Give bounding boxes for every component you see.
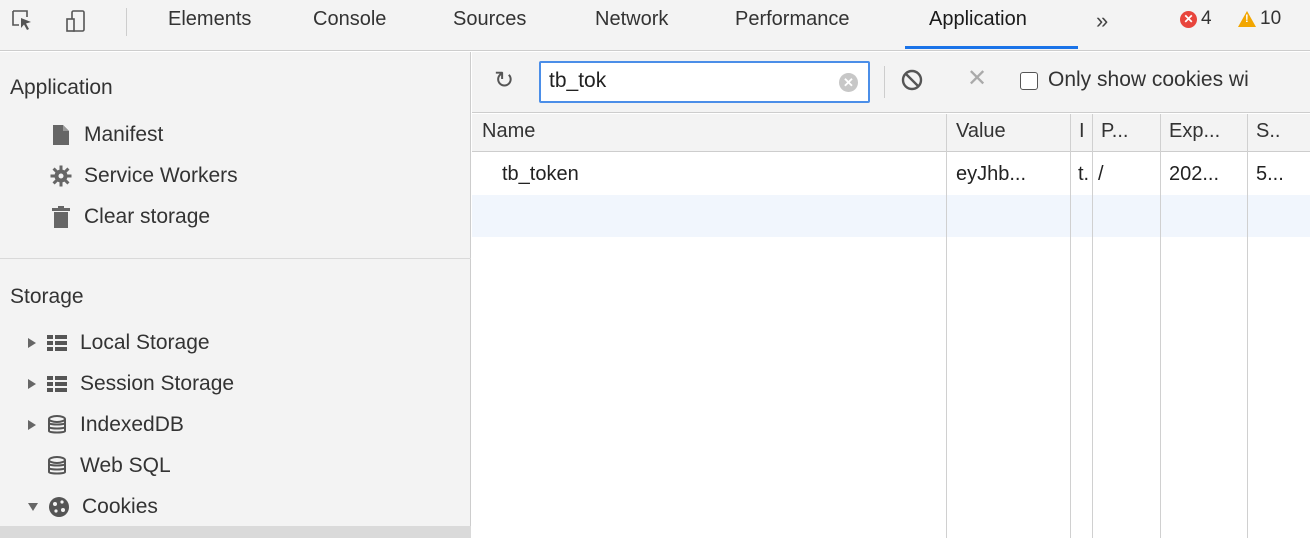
toolbar-separator [884, 66, 885, 98]
devtools-tab-bar: Elements Console Sources Network Perform… [0, 0, 1310, 51]
cookies-toolbar: ↻ ✕ ✕ Only show cookies wi [472, 52, 1310, 113]
cookie-domain-cell: t. [1078, 163, 1090, 185]
clear-filter-icon[interactable]: ✕ [839, 73, 858, 92]
column-header-domain[interactable]: I [1079, 120, 1085, 143]
sidebar-item-web-sql[interactable]: Web SQL [46, 454, 171, 478]
sidebar-item-label: Clear storage [84, 205, 211, 228]
tab-sources[interactable]: Sources [453, 8, 526, 31]
application-section-title: Application [10, 76, 113, 99]
active-tab-indicator [905, 46, 1078, 49]
table-row[interactable]: tb_token eyJhb... t. / 202... 5... [472, 153, 1310, 195]
cookie-expires-cell: 202... [1169, 163, 1220, 185]
column-divider[interactable] [946, 114, 947, 538]
sidebar-item-label: Service Workers [84, 164, 238, 187]
error-icon: ✕ [1180, 10, 1197, 28]
document-icon [50, 124, 72, 146]
application-sidebar: Application Manifest Service Workers Cle… [0, 52, 471, 538]
expand-arrow-icon[interactable] [28, 420, 36, 430]
column-divider[interactable] [1160, 114, 1161, 538]
inspect-element-icon[interactable] [10, 8, 36, 34]
only-show-cookies-checkbox[interactable] [1020, 72, 1038, 90]
error-count: 4 [1201, 8, 1212, 29]
filter-input[interactable] [549, 69, 829, 93]
grid-icon [46, 373, 68, 395]
sidebar-item-clear-storage[interactable]: Clear storage [50, 205, 210, 229]
delete-selected-icon[interactable]: ✕ [967, 64, 987, 93]
column-header-name[interactable]: Name [482, 120, 535, 143]
sidebar-item-label: Manifest [84, 123, 164, 146]
grid-icon [46, 332, 68, 354]
column-header-path[interactable]: P... [1101, 120, 1128, 143]
tab-elements[interactable]: Elements [168, 8, 251, 31]
sidebar-item-label: IndexedDB [80, 413, 184, 436]
tab-performance[interactable]: Performance [735, 8, 850, 31]
database-icon [46, 455, 68, 477]
expand-arrow-icon[interactable] [28, 379, 36, 389]
cookie-value-cell: eyJhb... [956, 163, 1027, 185]
sidebar-item-label: Local Storage [80, 331, 210, 354]
sidebar-item-manifest[interactable]: Manifest [50, 123, 163, 147]
sidebar-item-cookies[interactable]: Cookies [28, 495, 158, 519]
table-row-empty [472, 195, 1310, 237]
column-divider[interactable] [1247, 114, 1248, 538]
sidebar-item-local-storage[interactable]: Local Storage [28, 331, 210, 355]
tab-console[interactable]: Console [313, 8, 386, 31]
column-divider[interactable] [1070, 114, 1071, 538]
cookies-panel: ↻ ✕ ✕ Only show cookies wi Name Value I … [472, 52, 1310, 538]
tab-network[interactable]: Network [595, 8, 668, 31]
refresh-icon[interactable]: ↻ [494, 66, 514, 95]
sidebar-item-label: Web SQL [80, 454, 171, 477]
column-divider[interactable] [1092, 114, 1093, 538]
sidebar-item-indexeddb[interactable]: IndexedDB [28, 413, 184, 437]
column-header-value[interactable]: Value [956, 120, 1006, 143]
cookie-size-cell: 5... [1256, 163, 1284, 185]
sidebar-item-service-workers[interactable]: Service Workers [50, 164, 238, 188]
column-header-size[interactable]: S.. [1256, 120, 1280, 143]
trash-icon [50, 206, 72, 228]
warning-count: 10 [1260, 8, 1282, 29]
clear-all-cookies-icon[interactable] [900, 68, 924, 92]
expand-arrow-icon[interactable] [28, 338, 36, 348]
selected-cookie-origin-row[interactable] [0, 526, 471, 538]
device-toolbar-icon[interactable] [65, 8, 91, 34]
database-icon [46, 414, 68, 436]
sidebar-item-session-storage[interactable]: Session Storage [28, 372, 234, 396]
warning-icon: ! [1238, 11, 1256, 27]
collapse-arrow-icon[interactable] [28, 503, 38, 511]
sidebar-item-label: Cookies [82, 495, 158, 518]
cookie-name-cell: tb_token [502, 163, 579, 185]
cookie-icon [48, 496, 70, 518]
only-show-cookies-label: Only show cookies wi [1048, 68, 1249, 91]
column-header-expires[interactable]: Exp... [1169, 120, 1220, 143]
filter-field[interactable]: ✕ [539, 61, 870, 103]
more-tabs-button[interactable]: » [1096, 8, 1108, 34]
sidebar-divider [0, 258, 471, 259]
toolbar-separator [126, 8, 127, 36]
cookie-table-header: Name Value I P... Exp... S.. [472, 114, 1310, 152]
gear-icon [50, 165, 72, 187]
tab-application[interactable]: Application [929, 8, 1027, 31]
storage-section-title: Storage [10, 285, 84, 308]
cookie-path-cell: / [1098, 163, 1104, 185]
sidebar-item-label: Session Storage [80, 372, 235, 395]
error-count-badge[interactable]: ✕ 4 [1180, 8, 1212, 30]
warning-count-badge[interactable]: ! 10 [1238, 8, 1281, 30]
